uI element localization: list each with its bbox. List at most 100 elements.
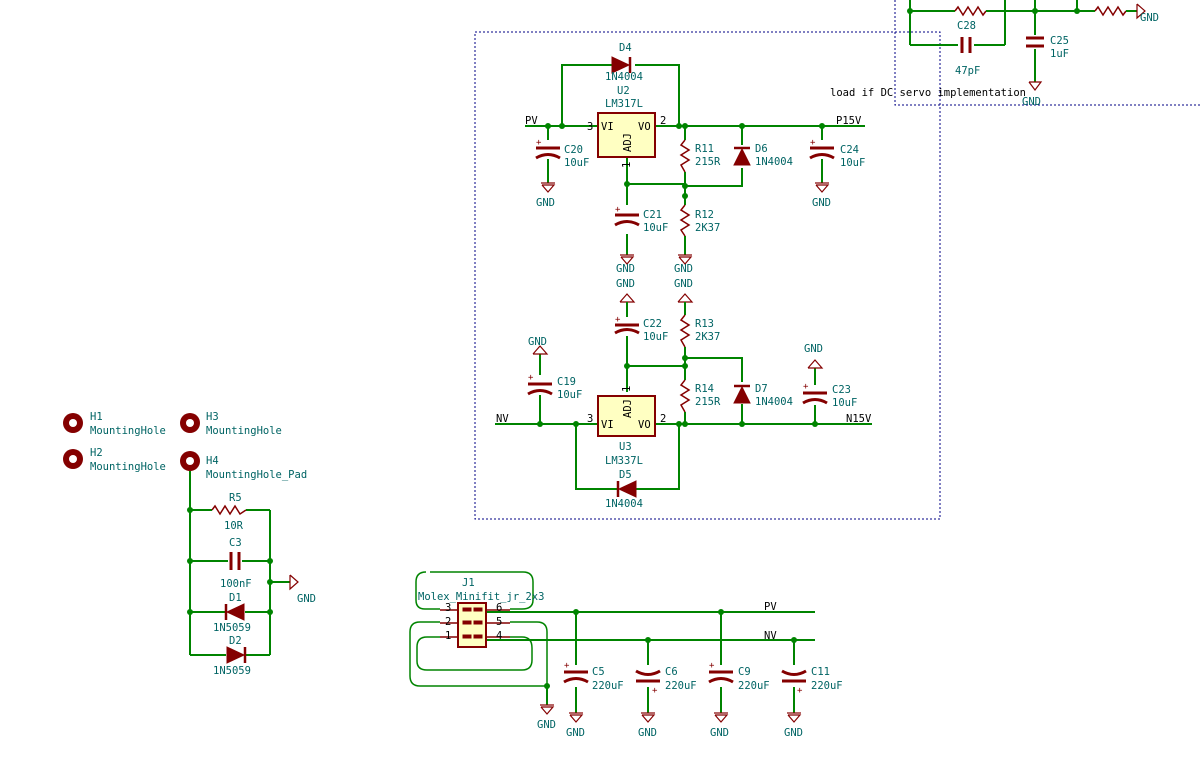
value-D4: 1N4004 [605,71,643,83]
r12-resistor-symbol[interactable] [679,204,691,237]
value-U2: LM317L [605,98,643,110]
c23-capacitor-symbol[interactable] [802,391,828,405]
value-D6: 1N4004 [755,156,793,168]
gnd-label-r13: GND [674,278,693,290]
value-H2: MountingHole [90,461,166,473]
c19-plus: + [528,373,534,383]
ref-U2: U2 [617,85,630,97]
ref-C28: C28 [957,20,976,32]
u2-pin3-num: 3 [587,121,593,133]
gnd-label-c9: GND [710,727,729,739]
ref-C20: C20 [564,144,583,156]
value-D2: 1N5059 [213,665,251,677]
value-C23: 10uF [832,397,857,409]
value-C22: 10uF [643,331,668,343]
mounting-hole-h1[interactable] [63,413,83,433]
ref-D7: D7 [755,383,768,395]
ref-C9: C9 [738,666,751,678]
gnd-label-c24: GND [812,197,831,209]
r5-resistor-symbol[interactable] [211,504,247,516]
ref-D4: D4 [619,42,632,54]
d5-diode-symbol[interactable] [616,480,637,498]
ref-C21: C21 [643,209,662,221]
value-R13: 2K37 [695,331,720,343]
u3-pin3-num: 3 [587,413,593,425]
net-label-pv-connector: PV [764,601,777,613]
ref-H1: H1 [90,411,103,423]
regulator-block-frame [474,31,941,520]
gnd-label-r12: GND [674,263,693,275]
mounting-hole-h3[interactable] [180,413,200,433]
net-label-nv-connector: NV [764,630,777,642]
value-C9: 220uF [738,680,770,692]
j1-pin1-num: 1 [445,630,451,642]
gnd-label-c22: GND [616,278,635,290]
d2-diode-symbol[interactable] [226,646,247,664]
value-R14: 215R [695,396,721,408]
c23-plus: + [803,382,809,392]
value-R5: 10R [224,520,244,532]
d7-diode-symbol[interactable] [733,384,751,404]
servo-note: load if DC servo implementation [830,87,1026,99]
ref-U3: U3 [619,441,632,453]
u2-pin-adj: ADJ [622,133,634,152]
value-D5: 1N4004 [605,498,643,510]
ref-R13: R13 [695,318,714,330]
net-label-p15v: P15V [836,115,862,127]
gnd-label-c5: GND [566,727,585,739]
j1-pin5-num: 5 [496,616,502,628]
value-H3: MountingHole [206,425,282,437]
gnd-label-c6: GND [638,727,657,739]
servo-fragment [907,0,1146,91]
ref-R12: R12 [695,209,714,221]
j1-pin4-num: 4 [496,630,502,642]
u2-pin2-num: 2 [660,115,666,127]
value-R12: 2K37 [695,222,720,234]
gnd-label-c19: GND [528,336,547,348]
ref-C3: C3 [229,537,242,549]
gnd-label-c20: GND [536,197,555,209]
c3-capacitor-symbol[interactable] [229,552,241,570]
ref-C25: C25 [1050,35,1069,47]
r11-resistor-symbol[interactable] [679,139,691,173]
net-label-pv-top: PV [525,115,538,127]
value-C5: 220uF [592,680,624,692]
mounting-hole-h4[interactable] [180,451,200,471]
ref-D1: D1 [229,592,242,604]
mounting-hole-h2[interactable] [63,449,83,469]
value-R11: 215R [695,156,721,168]
u2-pin1-num: 1 [621,162,633,168]
c6-plus: + [652,686,658,696]
u2-pin-vi: VI [601,121,614,133]
c22-capacitor-symbol[interactable] [614,323,640,335]
ref-R5: R5 [229,492,242,504]
gnd-label-c21: GND [616,263,635,275]
d6-diode-symbol[interactable] [733,146,751,166]
gnd-label-c11: GND [784,727,803,739]
j1-pin3-num: 3 [445,602,451,614]
ref-D5: D5 [619,469,632,481]
value-C6: 220uF [665,680,697,692]
c20-plus: + [536,138,542,148]
ref-H3: H3 [206,411,219,423]
r13-resistor-symbol[interactable] [679,314,691,348]
ref-D6: D6 [755,143,768,155]
gnd-label-servo-r: GND [1140,12,1159,24]
c24-plus: + [810,138,816,148]
c11-plus: + [797,686,803,696]
c21-plus: + [615,205,621,215]
value-C19: 10uF [557,389,582,401]
net-label-n15v: N15V [846,413,872,425]
ref-J1: J1 [462,577,475,589]
d1-diode-symbol[interactable] [224,603,245,621]
value-H4: MountingHole_Pad [206,469,307,481]
value-H1: MountingHole [90,425,166,437]
c19-capacitor-symbol[interactable] [527,382,553,396]
c22-plus: + [615,315,621,325]
value-C25: 1uF [1050,48,1069,60]
ref-R14: R14 [695,383,714,395]
value-U3: LM337L [605,455,643,467]
r14-resistor-symbol[interactable] [679,379,691,413]
gnd-label-j1: GND [537,719,556,731]
gnd-label-c23: GND [804,343,823,355]
